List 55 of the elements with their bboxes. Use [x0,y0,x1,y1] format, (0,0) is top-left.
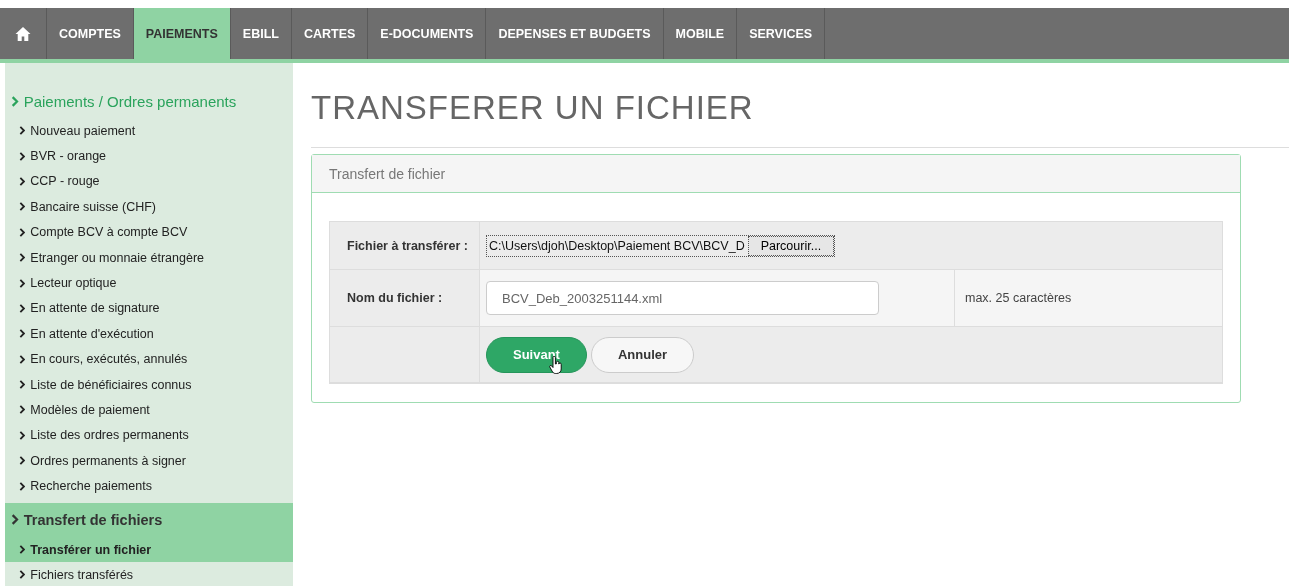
chevron-icon [19,380,26,390]
sidebar-item[interactable]: En attente d'exécution [5,321,293,347]
chevron-icon [19,354,26,364]
chevron-icon [19,227,26,237]
chevron-icon [19,126,26,136]
chevron-icon [11,96,19,107]
chevron-icon [19,176,26,186]
nav-tab[interactable]: EBILL [230,8,292,59]
sidebar-item[interactable]: Compte BCV à compte BCV [5,219,293,245]
nav-tab[interactable]: SERVICES [737,8,826,59]
chevron-icon [19,329,26,339]
sidebar-item[interactable]: CCP - rouge [5,168,293,195]
sidebar-item[interactable]: Ordres permanents à signer [5,448,293,474]
sidebar-item[interactable]: En attente de signature [5,295,293,322]
hint-text: max. 25 caractères [954,270,1222,326]
chevron-icon [19,253,26,263]
nav-tab[interactable]: CARTES [291,8,369,59]
sidebar-item[interactable]: Etranger ou monnaie étrangère [5,244,293,271]
cancel-button[interactable]: Annuler [590,336,695,373]
chevron-icon [19,545,26,555]
sidebar-item[interactable]: Lecteur optique [5,270,293,296]
chevron-icon [19,570,26,580]
file-field[interactable]: C:\Users\djoh\Desktop\Paiement BCV\BCV_D Parcourir... [486,234,836,257]
nav-tab[interactable]: MOBILE [663,8,738,59]
sidebar-section[interactable]: Transfert de fichiers [5,502,293,537]
sidebar-item[interactable]: Fichiers transférés [5,562,293,586]
page-title: TRANSFERER UN FICHIER [311,89,1289,148]
chevron-icon [19,151,26,161]
sidebar-item[interactable]: Bancaire suisse (CHF) [5,194,293,220]
browse-button[interactable]: Parcourir... [747,235,835,256]
home-icon [15,25,31,42]
nav-tab[interactable]: E-DOCUMENTS [368,8,487,59]
field-label: Nom du fichier : [330,270,480,327]
chevron-icon [19,456,26,466]
chevron-icon [11,514,19,526]
nav-tab[interactable]: COMPTES [47,8,134,59]
chevron-icon [19,202,26,212]
sidebar-item[interactable]: Recherche paiements [5,473,293,499]
sidebar-item[interactable]: Liste des ordres permanents [5,422,293,449]
chevron-icon [19,405,26,415]
field-label: Fichier à transférer : [330,222,480,270]
nav-tab[interactable]: PAIEMENTS [133,8,231,59]
sidebar-item[interactable]: En cours, exécutés, annulés [5,346,293,372]
sidebar-item[interactable]: Transférer un fichier [5,536,293,563]
chevron-icon [19,303,26,313]
input-field[interactable]: BCV_Deb_2003251144.xml [486,281,879,315]
panel-title: Transfert de fichier [329,165,446,182]
chevron-icon [19,278,26,288]
nav-tab[interactable]: DEPENSES ET BUDGETS [486,8,664,59]
chevron-icon [19,430,26,440]
sidebar-item[interactable]: Liste de bénéficiaires connus [5,371,293,398]
chevron-icon [19,481,26,491]
sidebar-item[interactable]: BVR - orange [5,143,293,169]
sidebar-item[interactable]: Nouveau paiement [5,118,293,144]
sidebar-item[interactable]: Modèles de paiement [5,397,293,423]
